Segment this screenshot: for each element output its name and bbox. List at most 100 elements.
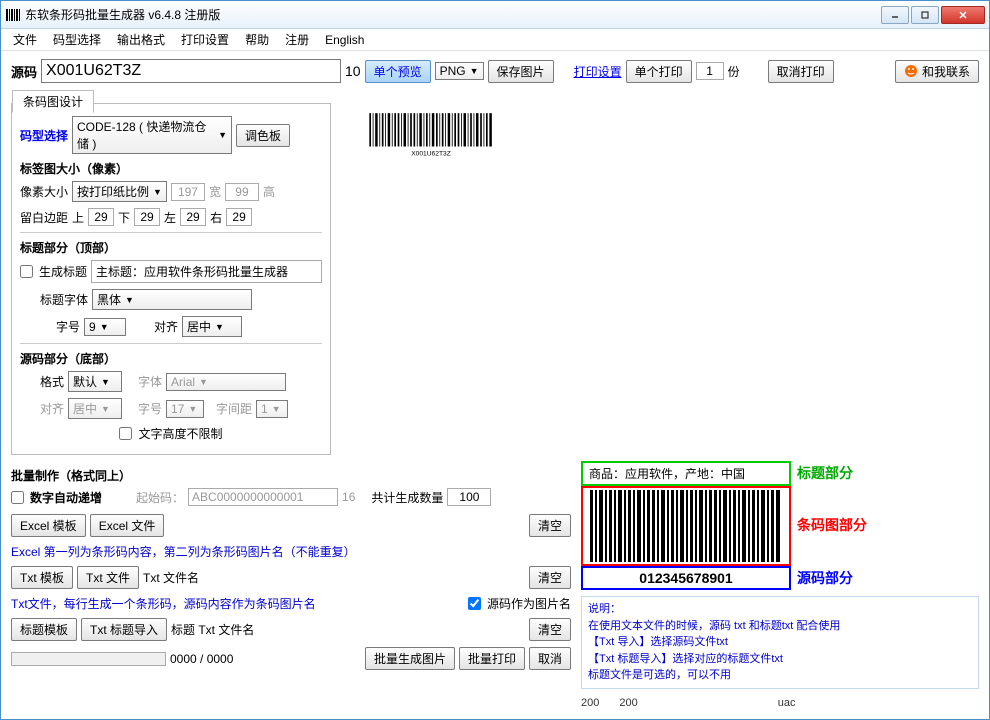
- palette-button[interactable]: 调色板: [236, 124, 290, 147]
- menubar: 文件 码型选择 输出格式 打印设置 帮助 注册 English: [1, 29, 989, 51]
- txt-name-label: Txt 文件名: [143, 569, 199, 586]
- src-align-select: 居中▼: [68, 398, 122, 419]
- contact-button[interactable]: 和我联系: [895, 60, 979, 83]
- legend-barcode-box: [581, 486, 791, 566]
- clear-excel-button[interactable]: 清空: [529, 514, 571, 537]
- src-fontsize-label: 字号: [138, 400, 162, 417]
- txt-file-button[interactable]: Txt 文件: [77, 566, 139, 589]
- margin-label: 留白边距: [20, 209, 68, 226]
- single-print-button[interactable]: 单个打印: [626, 60, 692, 83]
- gen-title-label: 生成标题: [39, 263, 87, 280]
- title-txt-label: 标题 Txt 文件名: [171, 621, 254, 638]
- svg-text:X001U62T3Z: X001U62T3Z: [411, 151, 451, 158]
- window-title: 东软条形码批量生成器 v6.4.8 注册版: [25, 6, 881, 23]
- height-input: [225, 183, 259, 201]
- source-count: 10: [345, 63, 361, 79]
- close-button[interactable]: [941, 6, 985, 24]
- menu-register[interactable]: 注册: [277, 29, 317, 50]
- start-input: [188, 488, 338, 506]
- title-section: 标题部分（顶部）: [20, 239, 322, 256]
- menu-help[interactable]: 帮助: [237, 29, 277, 50]
- total-label: 共计生成数量: [371, 489, 443, 506]
- batch-print-button[interactable]: 批量打印: [459, 647, 525, 670]
- menu-english[interactable]: English: [317, 31, 372, 49]
- codetype-select[interactable]: CODE-128 ( 快递物流仓储 )▼: [72, 116, 232, 154]
- align-label: 对齐: [154, 318, 178, 335]
- width-input: [171, 183, 205, 201]
- legend-title-label: 标题部分: [797, 463, 867, 483]
- legend-barcode-label: 条码图部分: [797, 517, 867, 534]
- clear-txt-button[interactable]: 清空: [529, 566, 571, 589]
- gen-title-checkbox[interactable]: [20, 265, 33, 278]
- help-box: 说明： 在使用文本文件的时候，源码 txt 和标题txt 配合使用 【Txt 导…: [581, 596, 979, 689]
- src-as-name-label: 源码作为图片名: [487, 595, 571, 612]
- margin-bottom-input[interactable]: [134, 208, 160, 226]
- design-tab[interactable]: 条码图设计: [12, 90, 94, 113]
- width-label: 宽: [209, 183, 221, 200]
- height-label: 高: [263, 183, 275, 200]
- src-fontsize-select: 17▼: [166, 400, 204, 418]
- preview-button[interactable]: 单个预览: [365, 60, 431, 83]
- minimize-button[interactable]: [881, 6, 909, 24]
- margin-right-input[interactable]: [226, 208, 252, 226]
- legend-src-label: 源码部分: [797, 568, 867, 588]
- menu-codesel[interactable]: 码型选择: [45, 29, 109, 50]
- format-select[interactable]: PNG▼: [435, 62, 484, 80]
- total-input[interactable]: [447, 488, 491, 506]
- menu-file[interactable]: 文件: [5, 29, 45, 50]
- txt-hint: Txt文件，每行生成一个条形码，源码内容作为条码图片名: [11, 595, 316, 612]
- margin-left-input[interactable]: [180, 208, 206, 226]
- fmt-label: 格式: [40, 373, 64, 390]
- save-image-button[interactable]: 保存图片: [488, 60, 554, 83]
- copies-input[interactable]: [696, 62, 724, 80]
- txt-template-button[interactable]: Txt 模板: [11, 566, 73, 589]
- src-section: 源码部分（底部）: [20, 350, 322, 367]
- menu-printset[interactable]: 打印设置: [173, 29, 237, 50]
- pxsize-label: 像素大小: [20, 183, 68, 200]
- start-len: 16: [342, 490, 355, 504]
- excel-hint: Excel 第一列为条形码内容，第二列为条形码图片名（不能重复）: [11, 543, 356, 560]
- margin-top-input[interactable]: [88, 208, 114, 226]
- src-align-label: 对齐: [40, 400, 64, 417]
- footer-n1: 200: [581, 697, 599, 709]
- menu-outfmt[interactable]: 输出格式: [109, 29, 173, 50]
- source-label: 源码: [11, 62, 37, 81]
- size-title: 标签图大小（像素）: [20, 160, 322, 177]
- title-font-select[interactable]: 黑体▼: [92, 289, 252, 310]
- codetype-label[interactable]: 码型选择: [20, 127, 68, 144]
- start-label: 起始码：: [136, 489, 184, 506]
- batch-gen-button[interactable]: 批量生成图片: [365, 647, 455, 670]
- excel-template-button[interactable]: Excel 模板: [11, 514, 86, 537]
- src-font-select: Arial▼: [166, 373, 286, 391]
- footer-n2: 200: [619, 697, 637, 709]
- batch-cancel-button[interactable]: 取消: [529, 647, 571, 670]
- print-settings-link[interactable]: 打印设置: [574, 63, 622, 80]
- src-font-label: 字体: [138, 373, 162, 390]
- pxsize-select[interactable]: 按打印纸比例▼: [72, 181, 167, 202]
- barcode-preview: X001U62T3Z: [351, 109, 511, 461]
- auto-inc-checkbox[interactable]: [11, 491, 24, 504]
- clear-title-button[interactable]: 清空: [529, 618, 571, 641]
- fontsize-select[interactable]: 9▼: [84, 318, 126, 336]
- fontsize-label: 字号: [56, 318, 80, 335]
- excel-file-button[interactable]: Excel 文件: [90, 514, 165, 537]
- progress-bar: [11, 652, 166, 666]
- title-import-button[interactable]: Txt 标题导入: [81, 618, 167, 641]
- main-title-field[interactable]: 主标题：应用软件条形码批量生成器: [91, 260, 322, 283]
- maximize-button[interactable]: [911, 6, 939, 24]
- progress-text: 0000 / 0000: [170, 652, 233, 666]
- letterspace-label: 字间距: [216, 400, 252, 417]
- fmt-select[interactable]: 默认▼: [68, 371, 122, 392]
- cancel-print-button[interactable]: 取消打印: [768, 60, 834, 83]
- src-as-name-checkbox[interactable]: [468, 597, 481, 610]
- titlebar: 东软条形码批量生成器 v6.4.8 注册版: [1, 1, 989, 29]
- copies-unit: 份: [728, 63, 740, 80]
- align-select[interactable]: 居中▼: [182, 316, 242, 337]
- batch-title: 批量制作（格式同上）: [11, 467, 571, 484]
- source-input[interactable]: [41, 59, 341, 83]
- contact-icon: [904, 64, 918, 78]
- app-icon: [5, 7, 21, 23]
- title-template-button[interactable]: 标题模板: [11, 618, 77, 641]
- letterspace-select: 1▼: [256, 400, 288, 418]
- noheight-checkbox[interactable]: [119, 427, 132, 440]
